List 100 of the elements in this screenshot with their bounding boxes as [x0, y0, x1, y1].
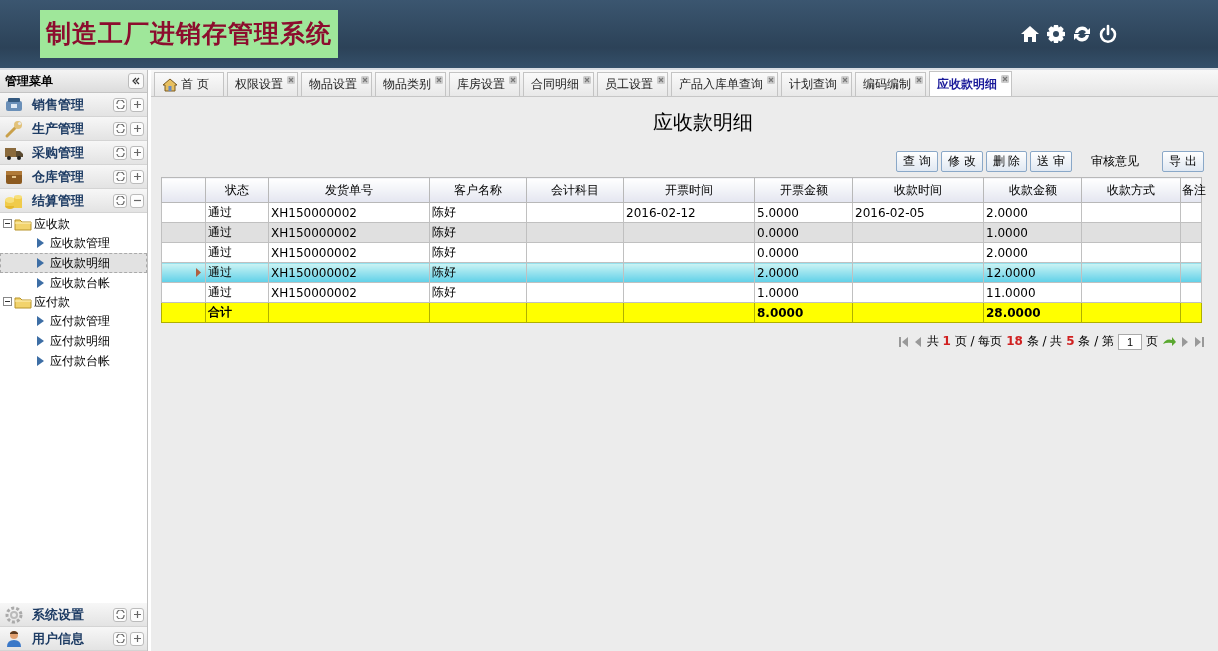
- column-header[interactable]: 开票时间: [623, 177, 755, 203]
- close-icon[interactable]: [840, 76, 849, 84]
- refresh-icon: [115, 610, 125, 619]
- power-icon[interactable]: [1098, 24, 1118, 44]
- expand-button[interactable]: [130, 631, 144, 646]
- toolbar-button[interactable]: 修 改: [940, 150, 983, 172]
- table-cell: [1180, 242, 1202, 263]
- row-marker[interactable]: [161, 222, 206, 243]
- pager-summary: 共 1 页 / 每页 18 条 / 共 5 条 / 第: [926, 333, 1114, 350]
- refresh-button[interactable]: [113, 169, 127, 184]
- tree-item[interactable]: 应收款管理: [0, 233, 147, 253]
- column-header[interactable]: 收款时间: [852, 177, 984, 203]
- row-marker[interactable]: [161, 262, 206, 283]
- table-cell: 通过: [205, 282, 269, 303]
- user-icon: [4, 628, 24, 649]
- table-cell: 2016-02-12: [623, 202, 755, 223]
- accordion-header[interactable]: 结算管理: [0, 189, 147, 213]
- refresh-icon: [115, 172, 125, 181]
- table-cell: 通过: [205, 242, 269, 263]
- refresh-button[interactable]: [113, 193, 127, 208]
- plus-icon: [132, 100, 142, 109]
- table-cell: 11.0000: [983, 282, 1082, 303]
- table-cell: [1180, 202, 1202, 223]
- accordion-header[interactable]: 系统设置: [0, 603, 147, 627]
- tab[interactable]: 合同明细: [522, 72, 594, 96]
- toolbar-button[interactable]: 导 出: [1162, 150, 1204, 172]
- table-cell: XH150000002: [268, 282, 430, 303]
- tree-item[interactable]: 应收款台帐: [0, 273, 147, 293]
- close-icon[interactable]: [582, 76, 591, 84]
- refresh-icon[interactable]: [1072, 24, 1092, 44]
- table-cell: [1180, 282, 1202, 303]
- close-icon[interactable]: [434, 76, 443, 84]
- close-icon[interactable]: [1000, 75, 1009, 83]
- tree-item[interactable]: 应付款明细: [0, 331, 147, 351]
- tab[interactable]: 物品类别: [374, 72, 446, 96]
- page-input[interactable]: 1: [1118, 333, 1142, 350]
- expand-button[interactable]: [130, 97, 144, 112]
- toolbar-button[interactable]: 送 审: [1030, 150, 1073, 172]
- minus-icon: [3, 297, 12, 306]
- refresh-button[interactable]: [113, 145, 127, 160]
- table-cell: 1.0000: [754, 282, 853, 303]
- toolbar-button[interactable]: 查 询: [895, 150, 938, 172]
- expand-button[interactable]: [130, 121, 144, 136]
- accordion-header[interactable]: 销售管理: [0, 93, 147, 117]
- refresh-button[interactable]: [113, 631, 127, 646]
- accordion-header[interactable]: 仓库管理: [0, 165, 147, 189]
- tab[interactable]: 库房设置: [448, 72, 520, 96]
- tab[interactable]: 应收款明细: [928, 71, 1012, 96]
- close-icon[interactable]: [656, 76, 665, 84]
- tab[interactable]: 物品设置: [300, 72, 372, 96]
- refresh-icon: [115, 634, 125, 643]
- row-marker[interactable]: [161, 202, 206, 223]
- close-icon[interactable]: [286, 76, 295, 84]
- page-title: 应收款明细: [651, 109, 754, 136]
- tree-item[interactable]: 应付款管理: [0, 311, 147, 331]
- close-icon[interactable]: [766, 76, 775, 84]
- close-icon[interactable]: [914, 76, 923, 84]
- tab[interactable]: 员工设置: [596, 72, 668, 96]
- accordion-header[interactable]: 生产管理: [0, 117, 147, 141]
- settings-icon[interactable]: [1046, 24, 1066, 44]
- accordion-header[interactable]: 采购管理: [0, 141, 147, 165]
- tree-folder[interactable]: 应付款: [34, 293, 70, 311]
- tree-folder[interactable]: 应收款: [34, 215, 70, 233]
- refresh-button[interactable]: [113, 121, 127, 136]
- tab[interactable]: 首 页: [154, 72, 224, 96]
- column-header[interactable]: 状态: [205, 177, 269, 203]
- refresh-icon: [115, 124, 125, 133]
- expand-button[interactable]: [130, 169, 144, 184]
- column-header[interactable]: 收款方式: [1081, 177, 1181, 203]
- collapse-toggle[interactable]: [3, 217, 12, 231]
- table-cell: 2016-02-05: [852, 202, 984, 223]
- close-icon[interactable]: [508, 76, 517, 84]
- refresh-icon: [115, 148, 125, 157]
- accordion-header[interactable]: 用户信息: [0, 627, 147, 651]
- tree-item[interactable]: 应收款明细: [0, 253, 147, 273]
- row-marker[interactable]: [161, 282, 206, 303]
- column-header[interactable]: 收款金额: [983, 177, 1082, 203]
- tab[interactable]: 计划查询: [780, 72, 852, 96]
- expand-button[interactable]: [130, 607, 144, 622]
- collapse-button[interactable]: [130, 193, 144, 208]
- refresh-button[interactable]: [113, 607, 127, 622]
- column-header[interactable]: 会计科目: [526, 177, 624, 203]
- expand-button[interactable]: [130, 145, 144, 160]
- table-cell: 5.0000: [754, 202, 853, 223]
- table-cell: XH150000002: [268, 242, 430, 263]
- collapse-toggle[interactable]: [3, 295, 12, 309]
- column-header[interactable]: 客户名称: [429, 177, 527, 203]
- table-cell: XH150000002: [268, 202, 430, 223]
- collapse-button[interactable]: [128, 73, 144, 89]
- refresh-button[interactable]: [113, 97, 127, 112]
- column-header[interactable]: 开票金额: [754, 177, 853, 203]
- close-icon[interactable]: [360, 76, 369, 84]
- row-marker[interactable]: [161, 242, 206, 263]
- home-icon[interactable]: [1020, 24, 1040, 44]
- tab[interactable]: 产品入库单查询: [670, 72, 778, 96]
- column-header[interactable]: 发货单号: [268, 177, 430, 203]
- toolbar-button[interactable]: 删 除: [985, 150, 1028, 172]
- tree-item[interactable]: 应付款台帐: [0, 351, 147, 371]
- tab[interactable]: 编码编制: [854, 72, 926, 96]
- tab[interactable]: 权限设置: [226, 72, 298, 96]
